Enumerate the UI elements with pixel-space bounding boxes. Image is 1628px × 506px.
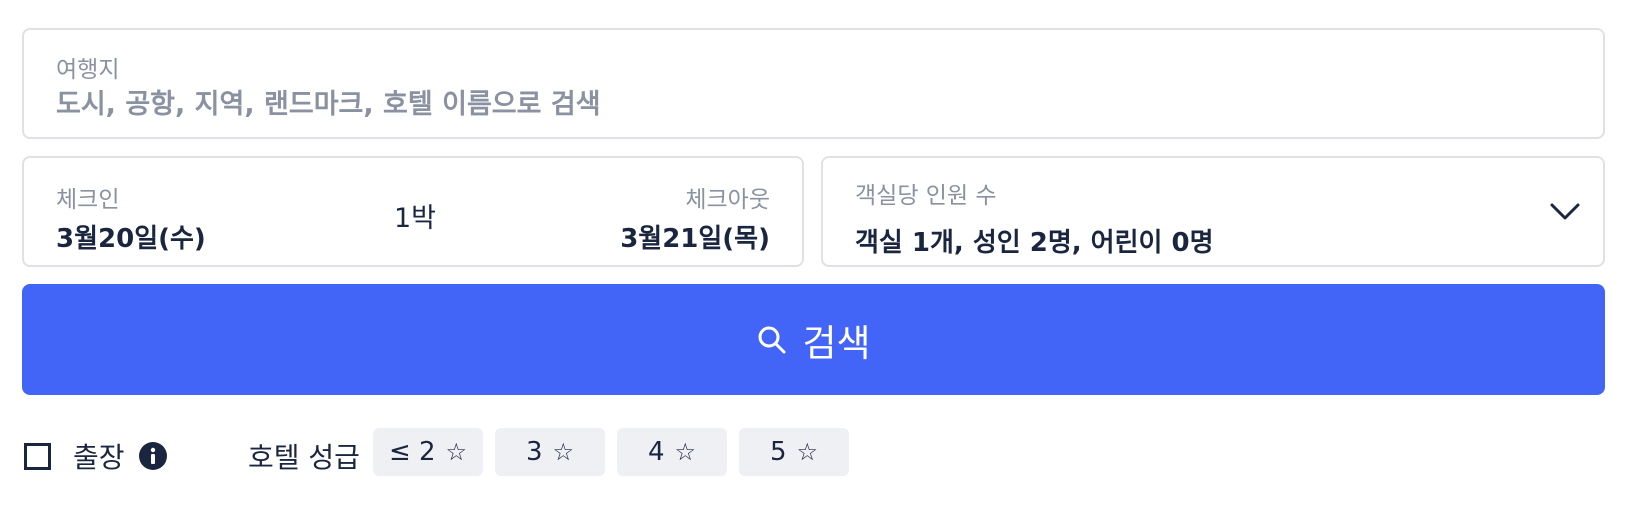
destination-field[interactable]: 여행지 [22,28,1605,139]
date-picker[interactable]: 체크인 3월20일(수) 1박 체크아웃 3월21일(목) [22,156,804,267]
business-trip-checkbox[interactable] [24,442,51,470]
star-filter-4[interactable]: 4 ☆ [617,428,727,476]
star-icon: ☆ [796,438,819,466]
checkout-label: 체크아웃 [685,187,770,213]
nights-count: 1박 [394,203,437,234]
business-trip-toggle[interactable]: 출장 [24,436,167,476]
search-button-label: 검색 [802,321,871,365]
star-icon: ☆ [674,438,697,466]
search-button[interactable]: 검색 [22,284,1605,395]
guests-label: 객실당 인원 수 [855,183,997,209]
chevron-down-icon[interactable] [1549,198,1581,226]
destination-input[interactable] [56,84,1456,124]
star-filter-label: ≤ 2 [388,437,436,467]
star-icon: ☆ [445,438,468,466]
checkout-date[interactable]: 3월21일(목) [620,218,770,255]
guests-dropdown[interactable]: 객실당 인원 수 객실 1개, 성인 2명, 어린이 0명 [821,156,1605,267]
business-trip-label: 출장 [73,441,125,474]
search-icon [758,326,786,353]
star-filter-label: 4 [647,437,665,467]
star-rating-label: 호텔 성급 [248,441,360,474]
destination-label: 여행지 [56,57,120,83]
star-filter-5[interactable]: 5 ☆ [739,428,849,476]
info-icon[interactable] [138,442,167,470]
star-filter-3[interactable]: 3 ☆ [495,428,605,476]
checkin-label: 체크인 [56,187,120,213]
checkin-date[interactable]: 3월20일(수) [56,218,206,255]
star-filter-label: 5 [769,437,787,467]
star-icon: ☆ [552,438,575,466]
star-filter-label: 3 [525,437,543,467]
star-filter-2-or-less[interactable]: ≤ 2 ☆ [373,428,483,476]
guests-value: 객실 1개, 성인 2명, 어린이 0명 [855,228,1214,258]
